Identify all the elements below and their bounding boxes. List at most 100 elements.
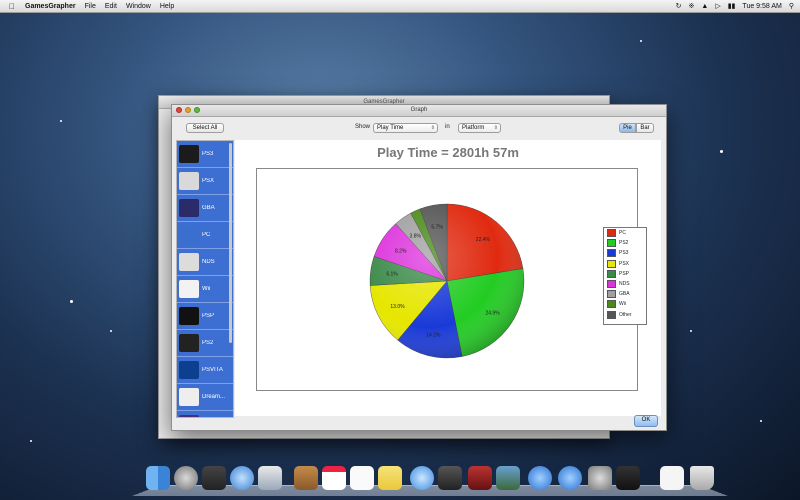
window-title: Graph xyxy=(410,107,428,113)
platform-thumbnail xyxy=(179,145,199,163)
platform-label: Dream... xyxy=(202,394,226,400)
time-machine-icon[interactable]: ↻ xyxy=(676,2,682,10)
menu-file[interactable]: File xyxy=(85,3,96,10)
legend-swatch xyxy=(607,229,616,238)
window-controls xyxy=(176,107,200,113)
slice-label: 6.1% xyxy=(386,272,398,278)
iphoto-icon[interactable] xyxy=(496,466,520,490)
calendar-icon[interactable] xyxy=(322,466,346,490)
spotlight-icon[interactable]: ⚲ xyxy=(789,2,794,10)
show-select[interactable]: Play Time ⇳ xyxy=(373,123,438,133)
select-all-button[interactable]: Select All xyxy=(186,123,224,133)
toolbar: Select All Show Play Time ⇳ in Platform … xyxy=(172,117,666,139)
app-menu[interactable]: GamesGrapher xyxy=(25,3,76,10)
platform-label: PSP xyxy=(202,313,215,319)
legend-swatch xyxy=(607,280,616,289)
legend-swatch xyxy=(607,269,616,278)
slice-label: 5.7% xyxy=(431,224,443,230)
legend-entry: PSP xyxy=(604,269,646,279)
platform-label: NDS xyxy=(202,259,215,265)
volume-icon[interactable]: ▷ xyxy=(715,2,720,10)
platform-label: PS2 xyxy=(202,340,214,346)
platform-list[interactable]: PS3 PSX GBA PC NDS Wii PSP PS2 PSVITA Dream... Gam… xyxy=(176,140,234,418)
platform-label: PS3 xyxy=(202,151,214,157)
battery-icon[interactable]: ▮▮ xyxy=(728,2,736,10)
menu-edit[interactable]: Edit xyxy=(105,3,117,10)
platform-item[interactable]: PC xyxy=(177,222,233,249)
menu-window[interactable]: Window xyxy=(126,3,151,10)
reminders-icon[interactable] xyxy=(350,466,374,490)
select-arrows-icon: ⇳ xyxy=(493,125,498,131)
in-label: in xyxy=(445,124,450,130)
bluetooth-icon[interactable]: ※ xyxy=(689,2,695,10)
mail-icon[interactable] xyxy=(258,466,282,490)
platform-item[interactable]: GBA xyxy=(177,195,233,222)
star xyxy=(690,330,692,332)
platform-list-items: PS3 PSX GBA PC NDS Wii PSP PS2 PSVITA Dream... Gam… xyxy=(177,141,233,417)
platform-thumbnail xyxy=(179,334,199,352)
platform-label: Wii xyxy=(202,286,211,292)
select-arrows-icon: ⇳ xyxy=(430,125,435,131)
close-button[interactable] xyxy=(176,107,182,113)
slice-label: 22.4% xyxy=(476,237,491,243)
star xyxy=(720,150,723,153)
trash-icon[interactable] xyxy=(690,466,714,490)
group-select[interactable]: Platform ⇳ xyxy=(458,123,501,133)
minimize-button[interactable] xyxy=(185,107,191,113)
platform-item[interactable]: GameC... xyxy=(177,411,233,417)
clock[interactable]: Tue 9:58 AM xyxy=(742,3,781,10)
platform-thumbnail xyxy=(179,280,199,298)
menu-help[interactable]: Help xyxy=(160,3,174,10)
legend-label: Wii xyxy=(619,301,626,308)
apple-menu-icon[interactable]:  xyxy=(7,2,17,11)
legend-entry: Wii xyxy=(604,299,646,309)
pie-button[interactable]: Pie xyxy=(619,123,636,133)
facetime-icon[interactable] xyxy=(438,466,462,490)
slice-label: 13.0% xyxy=(390,304,405,310)
platform-item[interactable]: NDS xyxy=(177,249,233,276)
platform-item[interactable]: Dream... xyxy=(177,384,233,411)
document-icon[interactable] xyxy=(660,466,684,490)
slice-label: 14.2% xyxy=(426,333,441,339)
platform-item[interactable]: PSX xyxy=(177,168,233,195)
bar-button[interactable]: Bar xyxy=(636,123,654,133)
legend-label: PSP xyxy=(619,270,630,277)
contacts-icon[interactable] xyxy=(294,466,318,490)
graph-window: Graph Select All Show Play Time ⇳ in Pla… xyxy=(171,104,667,431)
chart-title: Play Time = 2801h 57m xyxy=(377,145,519,160)
zoom-button[interactable] xyxy=(194,107,200,113)
messages-icon[interactable] xyxy=(410,466,434,490)
photo-slideshow-icon[interactable] xyxy=(616,466,640,490)
mission-control-icon[interactable] xyxy=(202,466,226,490)
launchpad-icon[interactable] xyxy=(174,466,198,490)
notes-icon[interactable] xyxy=(378,466,402,490)
photo-booth-icon[interactable] xyxy=(468,466,492,490)
pie-shading xyxy=(370,204,524,358)
platform-thumbnail xyxy=(179,253,199,271)
safari-icon[interactable] xyxy=(230,466,254,490)
platform-item[interactable]: PS2 xyxy=(177,330,233,357)
platform-thumbnail xyxy=(179,307,199,325)
legend-entry: NDS xyxy=(604,279,646,289)
menu-bar:  GamesGrapher File Edit Window Help ↻ ※… xyxy=(0,0,800,13)
legend-entry: PS2 xyxy=(604,238,646,248)
platform-item[interactable]: PSP xyxy=(177,303,233,330)
finder-icon[interactable] xyxy=(146,466,170,490)
legend-label: PS2 xyxy=(619,240,629,247)
wifi-icon[interactable]: ▲ xyxy=(701,3,708,10)
platform-thumbnail xyxy=(179,226,199,244)
chart-area: Play Time = 2801h 57m 22.4% 24.9% 14.2% 13.… xyxy=(235,140,661,416)
legend-label: PS3 xyxy=(619,250,629,257)
system-preferences-icon[interactable] xyxy=(588,466,612,490)
platform-item[interactable]: PSVITA xyxy=(177,357,233,384)
platform-item[interactable]: PS3 xyxy=(177,141,233,168)
platform-thumbnail xyxy=(179,172,199,190)
ok-button[interactable]: OK xyxy=(634,415,658,427)
scrollbar[interactable] xyxy=(229,143,232,343)
itunes-icon[interactable] xyxy=(528,466,552,490)
platform-item[interactable]: Wii xyxy=(177,276,233,303)
platform-label: GBA xyxy=(202,205,215,211)
legend-label: PC xyxy=(619,230,626,237)
app-store-icon[interactable] xyxy=(558,466,582,490)
legend-swatch xyxy=(607,239,616,248)
